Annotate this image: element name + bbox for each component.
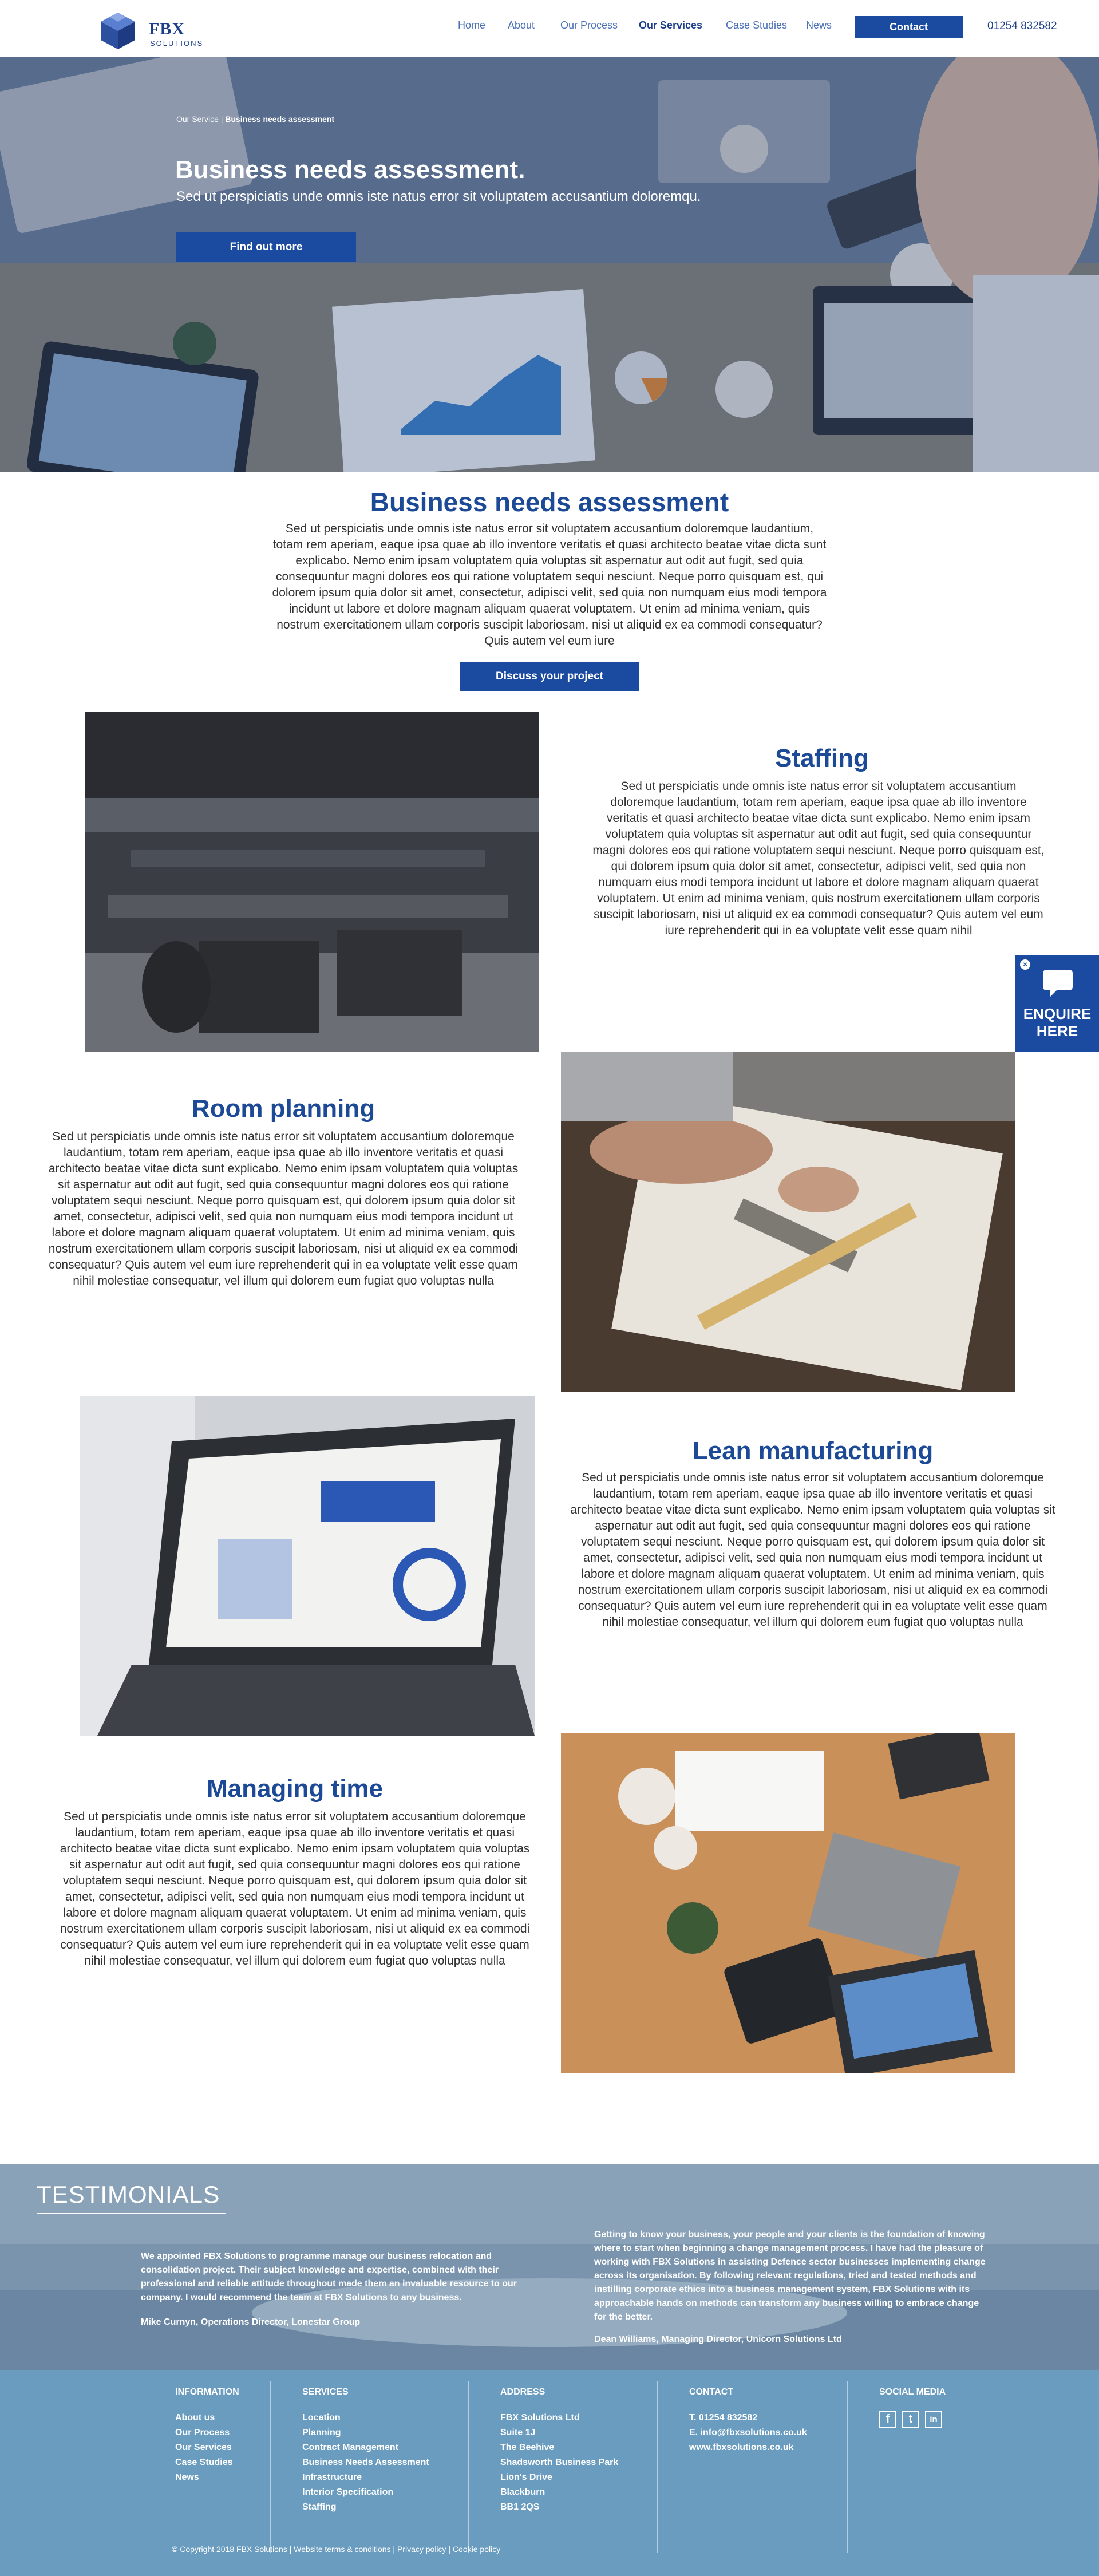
footer-link[interactable]: Business Needs Assessment: [302, 2455, 429, 2470]
address-line: Blackburn: [500, 2487, 545, 2497]
address-line: Shadsworth Business Park: [500, 2458, 619, 2467]
testimonials-underline: [37, 2213, 226, 2214]
contact-button[interactable]: Contact: [855, 16, 963, 38]
footer-address-heading: ADDRESS: [500, 2387, 545, 2401]
footer-contact-heading: CONTACT: [689, 2387, 734, 2401]
lean-manufacturing-photo: [80, 1396, 535, 1736]
linkedin-icon[interactable]: in: [925, 2411, 942, 2428]
enquire-line1: ENQUIRE: [1023, 1005, 1092, 1022]
footer-divider: [468, 2381, 469, 2553]
nav-news[interactable]: News: [806, 19, 832, 31]
footer-email[interactable]: E. info@fbxsolutions.co.uk: [689, 2425, 807, 2440]
header-phone[interactable]: 01254 832582: [987, 20, 1057, 33]
footer-link[interactable]: About us: [175, 2411, 239, 2425]
lean-manufacturing-title: Lean manufacturing: [692, 1437, 934, 1465]
lean-manufacturing-text: Sed ut perspiciatis unde omnis iste natu…: [570, 1471, 1055, 1629]
footer-link[interactable]: Location: [302, 2411, 429, 2425]
address-line: BB1 2QS: [500, 2502, 540, 2512]
breadcrumb-parent[interactable]: Our Service |: [176, 114, 223, 124]
testimonial-quote-2: Getting to know your business, your peop…: [594, 2230, 986, 2322]
social-icons: f t in: [879, 2411, 946, 2428]
room-planning-title: Room planning: [191, 1095, 375, 1123]
testimonials-section: TESTIMONIALS › We appointed FBX Solution…: [0, 2164, 1099, 2370]
footer-services-heading: SERVICES: [302, 2387, 349, 2401]
footer-link[interactable]: Our Process: [175, 2425, 239, 2440]
footer-link[interactable]: News: [175, 2470, 239, 2485]
footer-link[interactable]: Contract Management: [302, 2440, 429, 2455]
staffing-title: Staffing: [775, 744, 869, 772]
chat-bubble-icon: [1043, 970, 1073, 997]
room-planning-photo: [561, 1052, 1015, 1392]
intro-text: Sed ut perspiciatis unde omnis iste natu…: [272, 522, 827, 647]
staffing-text: Sed ut perspiciatis unde omnis iste natu…: [592, 780, 1045, 937]
footer-divider: [657, 2381, 658, 2553]
hero-banner: Our Service | Business needs assessment …: [0, 57, 1099, 472]
address-line: Lion's Drive: [500, 2472, 552, 2482]
close-icon[interactable]: ×: [1020, 959, 1030, 970]
logo-sub: SOLUTIONS: [150, 39, 204, 48]
footer-divider: [270, 2381, 271, 2553]
nav-about[interactable]: About: [508, 19, 535, 31]
footer-link[interactable]: Staffing: [302, 2500, 429, 2515]
managing-time-photo: [561, 1733, 1015, 2073]
footer-contact: CONTACT T. 01254 832582 E. info@fbxsolut…: [689, 2387, 807, 2455]
nav-our-process[interactable]: Our Process: [560, 19, 618, 31]
nav-our-services[interactable]: Our Services: [639, 19, 702, 31]
logo[interactable]: FBX SOLUTIONS: [97, 10, 204, 52]
enquire-tab[interactable]: × ENQUIRE HERE: [1015, 955, 1099, 1052]
testimonial-author-1: Mike Curnyn, Operations Director, Lonest…: [141, 2317, 361, 2327]
site-footer: INFORMATION About us Our Process Our Ser…: [0, 2370, 1099, 2576]
address-line: Suite 1J: [500, 2428, 536, 2437]
footer-link[interactable]: Case Studies: [175, 2455, 239, 2470]
logo-name: FBX: [149, 19, 185, 38]
nav-home[interactable]: Home: [458, 19, 485, 31]
footer-address: ADDRESS FBX Solutions Ltd Suite 1J The B…: [500, 2387, 618, 2515]
managing-time-title: Managing time: [206, 1775, 384, 1803]
copyright: © Copyright 2018 FBX Solutions | Website…: [172, 2545, 501, 2554]
nav-case-studies[interactable]: Case Studies: [726, 19, 787, 31]
testimonials-title: TESTIMONIALS: [37, 2181, 220, 2208]
footer-social: SOCIAL MEDIA f t in: [879, 2387, 946, 2428]
footer-social-heading: SOCIAL MEDIA: [879, 2387, 946, 2401]
footer-services: SERVICES Location Planning Contract Mana…: [302, 2387, 429, 2515]
chevron-right-icon[interactable]: ›: [213, 2187, 219, 2209]
breadcrumb: Our Service | Business needs assessment: [176, 114, 334, 124]
footer-divider: [847, 2381, 848, 2553]
site-header: FBX SOLUTIONS Home About Our Process Our…: [0, 0, 1099, 57]
footer-information-heading: INFORMATION: [175, 2387, 239, 2401]
address-line: FBX Solutions Ltd: [500, 2413, 580, 2423]
find-out-more-button[interactable]: Find out more: [176, 232, 356, 262]
footer-link[interactable]: Infrastructure: [302, 2470, 429, 2485]
footer-information: INFORMATION About us Our Process Our Ser…: [175, 2387, 239, 2485]
twitter-icon[interactable]: t: [902, 2411, 919, 2428]
footer-website[interactable]: www.fbxsolutions.co.uk: [689, 2440, 807, 2455]
footer-link[interactable]: Interior Specification: [302, 2485, 429, 2500]
hero-subtitle: Sed ut perspiciatis unde omnis iste natu…: [176, 189, 701, 204]
facebook-icon[interactable]: f: [879, 2411, 896, 2428]
testimonial-quote-1: We appointed FBX Solutions to programme …: [141, 2251, 517, 2302]
enquire-line2: HERE: [1036, 1022, 1078, 1040]
discuss-project-button[interactable]: Discuss your project: [460, 662, 639, 691]
intro-title: Business needs assessment: [370, 487, 729, 517]
testimonial-author-2: Dean Williams, Managing Director, Unicor…: [594, 2334, 842, 2344]
footer-link[interactable]: Planning: [302, 2425, 429, 2440]
room-planning-text: Sed ut perspiciatis unde omnis iste natu…: [48, 1130, 519, 1287]
hero-overlay: [0, 57, 1099, 472]
hero-title: Business needs assessment.: [175, 156, 525, 184]
footer-link[interactable]: Our Services: [175, 2440, 239, 2455]
managing-time-text: Sed ut perspiciatis unde omnis iste natu…: [60, 1810, 530, 1967]
footer-phone[interactable]: T. 01254 832582: [689, 2411, 807, 2425]
logo-cube-icon: [101, 13, 135, 49]
staffing-photo: [85, 712, 539, 1052]
enquire-label: ENQUIRE HERE: [1015, 1005, 1099, 1040]
address-line: The Beehive: [500, 2443, 555, 2452]
breadcrumb-current: Business needs assessment: [225, 114, 334, 124]
